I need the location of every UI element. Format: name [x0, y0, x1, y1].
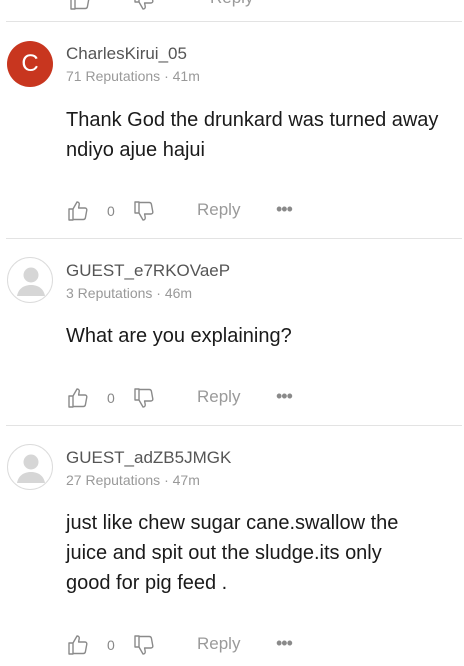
comment-meta: 3 Reputations · 46m	[66, 285, 193, 301]
comment-text: just like chew sugar cane.swallow the ju…	[66, 508, 464, 598]
thumbs-up-icon[interactable]	[66, 633, 90, 657]
thumbs-down-icon[interactable]	[132, 386, 156, 410]
reply-button[interactable]: Reply	[197, 200, 240, 220]
avatar[interactable]	[7, 257, 53, 303]
comment-item: C CharlesKirui_05 71 Reputations · 41m T…	[0, 22, 464, 238]
comment-text-line: juice and spit out the sludge.its only	[66, 542, 382, 564]
like-count: 0	[107, 390, 115, 406]
reply-button[interactable]: Reply	[197, 387, 240, 407]
comment-text-line: What are you explaining?	[66, 325, 292, 347]
comment-item: GUEST_adZB5JMGK 27 Reputations · 47m jus…	[0, 426, 464, 666]
comment-actions: 0 Reply •••	[0, 633, 464, 659]
thumbs-up-icon[interactable]	[68, 0, 92, 12]
comment-username[interactable]: CharlesKirui_05	[66, 44, 187, 64]
comment-text-line: Thank God the drunkard was turned away	[66, 109, 439, 131]
reply-button[interactable]: Reply	[197, 634, 240, 654]
thumbs-down-icon[interactable]	[132, 199, 156, 223]
thumbs-up-icon[interactable]	[66, 386, 90, 410]
comment-text-line: good for pig feed .	[66, 572, 228, 594]
comment-username[interactable]: GUEST_adZB5JMGK	[66, 448, 231, 468]
comment-text-line: ndiyo ajue hajui	[66, 139, 205, 161]
comment-text: Thank God the drunkard was turned away n…	[66, 105, 464, 165]
default-user-icon	[17, 267, 45, 296]
default-user-icon	[17, 454, 45, 483]
more-options-icon[interactable]: •••	[276, 386, 293, 406]
comment-text: What are you explaining?	[66, 321, 464, 351]
thumbs-up-icon[interactable]	[66, 199, 90, 223]
previous-comment-actions: Reply	[0, 0, 464, 10]
comment-meta: 27 Reputations · 47m	[66, 472, 200, 488]
more-options-icon[interactable]: •••	[276, 633, 293, 653]
comment-actions: 0 Reply •••	[0, 199, 464, 225]
comment-meta: 71 Reputations · 41m	[66, 68, 200, 84]
comment-item: GUEST_e7RKOVaeP 3 Reputations · 46m What…	[0, 239, 464, 425]
comment-text-line: just like chew sugar cane.swallow the	[66, 512, 399, 534]
thumbs-down-icon[interactable]	[132, 633, 156, 657]
more-options-icon[interactable]: •••	[276, 199, 293, 219]
reply-button[interactable]: Reply	[210, 0, 253, 8]
avatar[interactable]: C	[7, 41, 53, 87]
comment-username[interactable]: GUEST_e7RKOVaeP	[66, 261, 230, 281]
like-count: 0	[107, 203, 115, 219]
comment-actions: 0 Reply •••	[0, 386, 464, 412]
thumbs-down-icon[interactable]	[132, 0, 156, 12]
comments-page: Reply C CharlesKirui_05 71 Reputations ·…	[0, 0, 464, 666]
like-count: 0	[107, 637, 115, 653]
avatar[interactable]	[7, 444, 53, 490]
